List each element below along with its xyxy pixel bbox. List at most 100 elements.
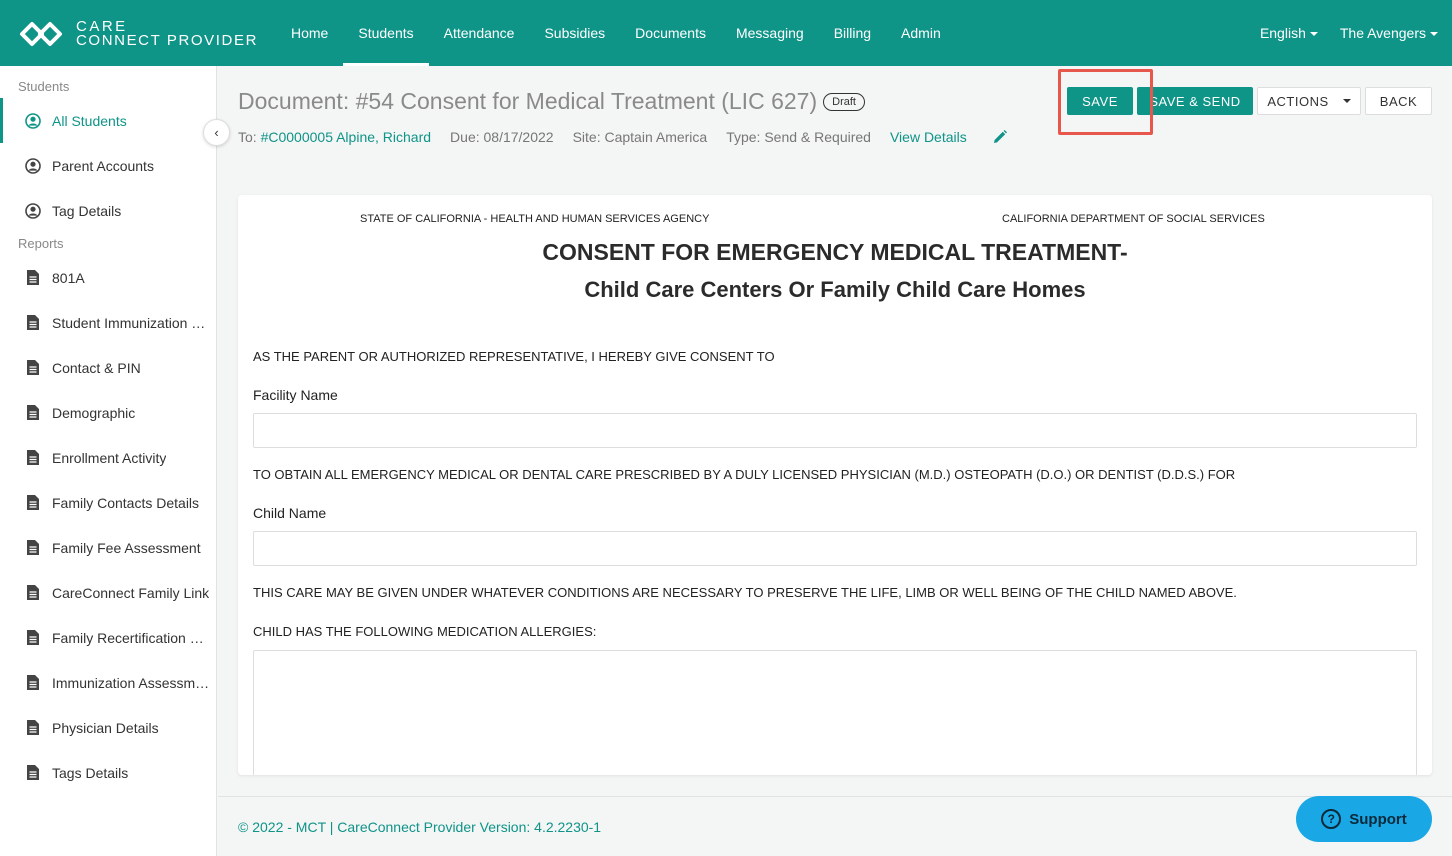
user-circle-icon [24, 112, 42, 130]
sidebar-section-reports: Reports [18, 236, 64, 251]
logo-mark-icon [20, 22, 62, 46]
save-and-send-button[interactable]: SAVE & SEND [1137, 87, 1253, 115]
footer-divider [218, 796, 1452, 797]
to-label: To: [238, 129, 257, 145]
pencil-icon[interactable] [992, 129, 1008, 145]
sidebar: Students All Students Parent Accounts Ta… [0, 66, 217, 856]
allergies-field[interactable] [253, 650, 1417, 775]
recipient: To: #C0000005 Alpine, Richard [238, 129, 431, 145]
view-details-link[interactable]: View Details [890, 129, 967, 145]
due-date: Due: 08/17/2022 [450, 129, 554, 145]
document-icon [24, 584, 42, 602]
help-circle-icon: ? [1321, 809, 1342, 829]
actions-dropdown[interactable]: ACTIONS [1257, 87, 1361, 115]
main-nav: Home Students Attendance Subsidies Docum… [276, 0, 956, 66]
sidebar-item-label: Family Contacts Details [52, 494, 200, 511]
sidebar-item-label: Family Fee Assessment [52, 539, 201, 556]
sidebar-item-label: Physician Details [52, 719, 159, 736]
document-icon [24, 449, 42, 467]
chevron-left-icon: ‹ [214, 125, 219, 140]
document-type: Type: Send & Required [726, 129, 871, 145]
user-circle-icon [24, 157, 42, 175]
child-name-field[interactable] [253, 531, 1417, 566]
sidebar-item-label: CareConnect Family Link [52, 584, 210, 601]
document-icon [24, 674, 42, 692]
nav-admin[interactable]: Admin [886, 0, 956, 66]
sidebar-item-label: 801A [52, 269, 85, 286]
sidebar-report-item[interactable]: Physician Details [0, 705, 216, 750]
sidebar-report-item[interactable]: Family Contacts Details [0, 480, 216, 525]
conditions-paragraph: THIS CARE MAY BE GIVEN UNDER WHATEVER CO… [253, 585, 1237, 600]
document-icon [24, 494, 42, 512]
agency-right: CALIFORNIA DEPARTMENT OF SOCIAL SERVICES [1002, 213, 1265, 225]
sidebar-report-item[interactable]: Enrollment Activity [0, 435, 216, 480]
sidebar-item-label: Enrollment Activity [52, 449, 167, 466]
sidebar-item-label: All Students [52, 112, 127, 129]
sidebar-report-item[interactable]: Contact & PIN [0, 345, 216, 390]
nav-attendance[interactable]: Attendance [429, 0, 530, 66]
sidebar-report-item[interactable]: CareConnect Family Link [0, 570, 216, 615]
account-dropdown[interactable]: The Avengers [1340, 25, 1438, 41]
nav-students[interactable]: Students [343, 0, 429, 66]
sidebar-item-label: Tags Details [52, 764, 129, 781]
sidebar-item-label: Contact & PIN [52, 359, 141, 376]
sidebar-report-item[interactable]: Family Fee Assessment [0, 525, 216, 570]
sidebar-item-label: Student Immunization Status [52, 314, 210, 331]
chevron-down-icon [1342, 99, 1351, 103]
language-dropdown[interactable]: English [1260, 25, 1318, 41]
sidebar-item-tag-details[interactable]: Tag Details [0, 188, 216, 233]
sidebar-section-students: Students [18, 79, 70, 94]
brand-logo[interactable]: CARE CONNECT PROVIDER [14, 18, 258, 50]
sidebar-report-item[interactable]: Tags Details [0, 750, 216, 795]
document-icon [24, 539, 42, 557]
form-title: CONSENT FOR EMERGENCY MEDICAL TREATMENT- [542, 239, 1128, 265]
support-label: Support [1349, 810, 1407, 828]
sidebar-item-all-students[interactable]: All Students [0, 98, 216, 143]
sidebar-report-item[interactable]: Demographic [0, 390, 216, 435]
document-meta: To: #C0000005 Alpine, Richard Due: 08/17… [238, 129, 1008, 145]
nav-messaging[interactable]: Messaging [721, 0, 819, 66]
nav-home[interactable]: Home [276, 0, 343, 66]
nav-right: English The Avengers [1260, 0, 1438, 66]
sidebar-item-label: Demographic [52, 404, 136, 421]
allergies-label: CHILD HAS THE FOLLOWING MEDICATION ALLER… [253, 624, 597, 639]
footer-version: © 2022 - MCT | CareConnect Provider Vers… [238, 819, 602, 835]
document-form: STATE OF CALIFORNIA - HEALTH AND HUMAN S… [238, 195, 1432, 775]
facility-name-field[interactable] [253, 413, 1417, 448]
reports-list: 801A Student Immunization Status Contact &… [0, 255, 216, 795]
brand-text: CARE CONNECT PROVIDER [76, 19, 259, 49]
document-icon [24, 269, 42, 287]
form-subtitle: Child Care Centers Or Family Child Care … [584, 277, 1086, 302]
site: Site: Captain America [572, 129, 708, 145]
facility-name-label: Facility Name [253, 387, 338, 403]
sidebar-item-label: Immunization Assessment [52, 674, 210, 691]
chevron-down-icon [1430, 32, 1438, 37]
sidebar-report-item[interactable]: Immunization Assessment [0, 660, 216, 705]
care-paragraph: TO OBTAIN ALL EMERGENCY MEDICAL OR DENTA… [253, 467, 1236, 482]
nav-documents[interactable]: Documents [620, 0, 721, 66]
child-name-label: Child Name [253, 505, 327, 521]
top-navbar: CARE CONNECT PROVIDER Home Students Atte… [0, 0, 1452, 66]
brand-line2: CONNECT PROVIDER [76, 32, 259, 49]
nav-subsidies[interactable]: Subsidies [529, 0, 620, 66]
page-title: Document: #54 Consent for Medical Treatm… [238, 88, 865, 115]
save-highlight-annotation [1058, 69, 1153, 135]
nav-billing[interactable]: Billing [819, 0, 886, 66]
document-icon [24, 404, 42, 422]
sidebar-report-item[interactable]: 801A [0, 255, 216, 300]
support-button[interactable]: ? Support [1296, 796, 1432, 842]
document-icon [24, 629, 42, 647]
sidebar-item-parent-accounts[interactable]: Parent Accounts [0, 143, 216, 188]
document-icon [24, 359, 42, 377]
back-button[interactable]: BACK [1365, 87, 1432, 115]
actions-label: ACTIONS [1267, 93, 1329, 109]
language-label: English [1259, 25, 1306, 41]
account-label: The Avengers [1339, 25, 1426, 41]
collapse-sidebar-button[interactable]: ‹ [203, 119, 230, 146]
status-badge: Draft [823, 93, 865, 111]
sidebar-report-item[interactable]: Student Immunization Status [0, 300, 216, 345]
sidebar-item-label: Family Recertification Report [52, 629, 210, 646]
sidebar-report-item[interactable]: Family Recertification Report [0, 615, 216, 660]
recipient-link[interactable]: #C0000005 Alpine, Richard [261, 129, 431, 145]
document-title: Document: #54 Consent for Medical Treatm… [238, 88, 818, 114]
